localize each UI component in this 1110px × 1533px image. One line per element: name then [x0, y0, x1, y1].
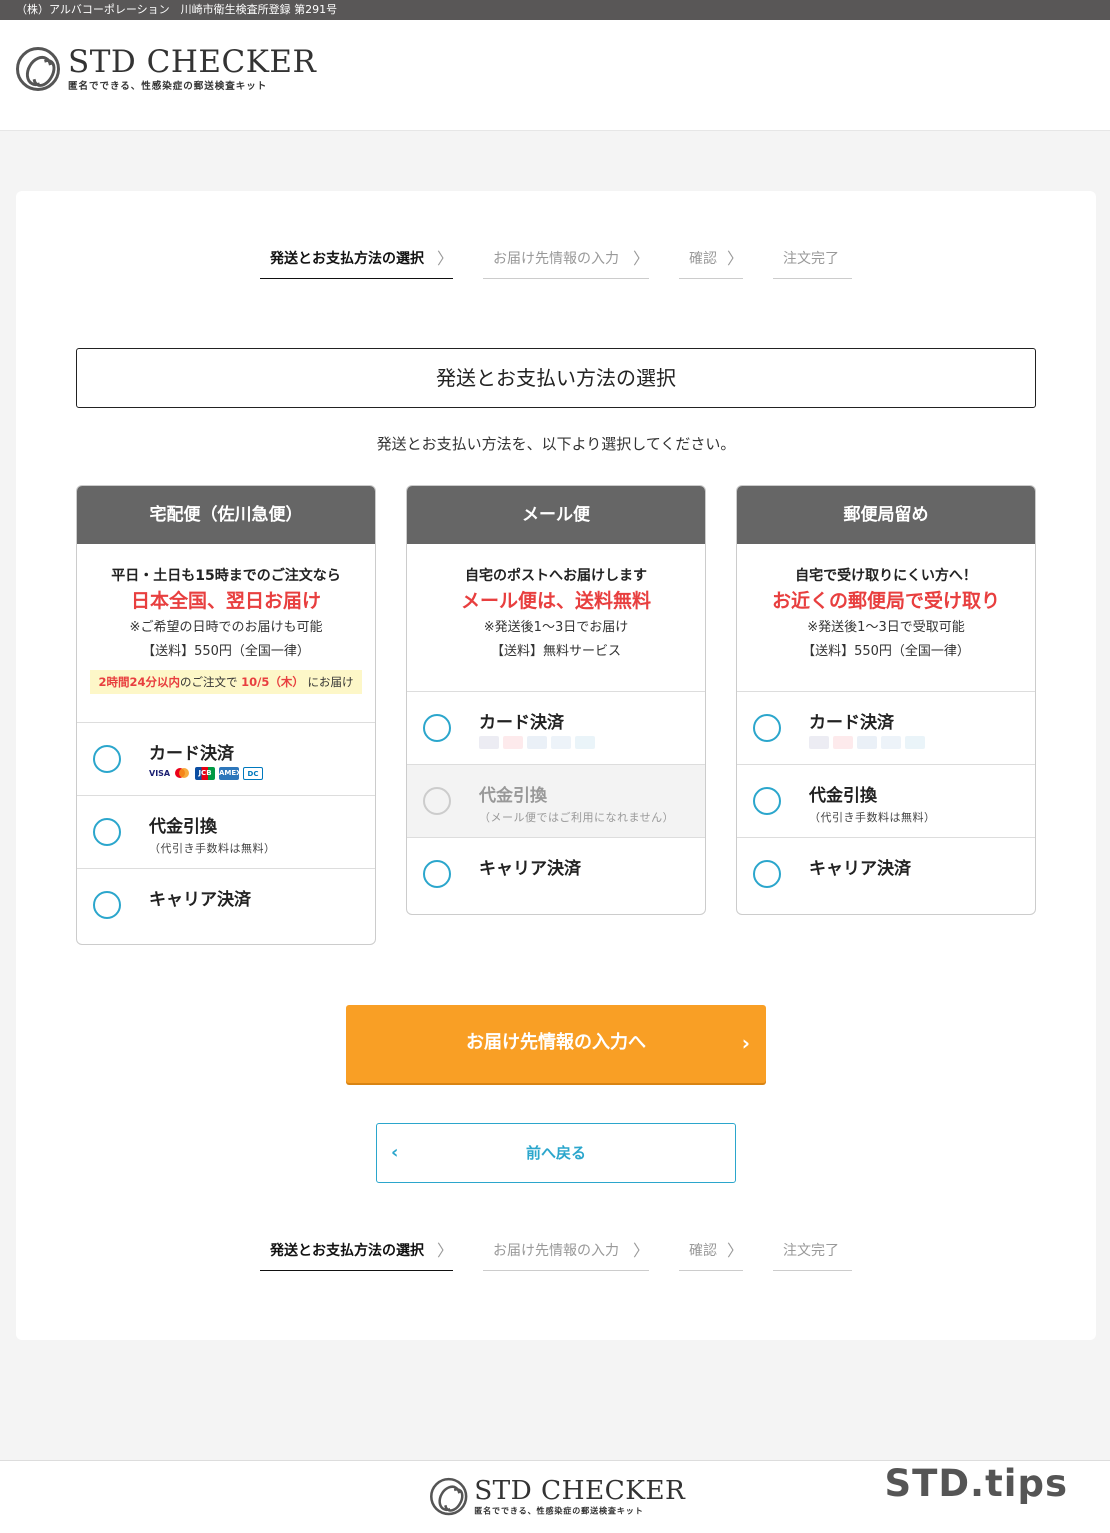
option-card[interactable]: カード決済 [737, 692, 1035, 765]
plan-post-office: 郵便局留め 自宅で受け取りにくい方へ！ お近くの郵便局で受け取り ※発送後1〜3… [736, 485, 1036, 915]
radio-button[interactable] [423, 714, 451, 742]
top-bar: （株）アルバコーポレーション 川崎市衛生検査所登録 第291号 [0, 0, 1110, 20]
option-carrier[interactable]: キャリア決済 [737, 838, 1035, 914]
step-4: 注文完了 [773, 239, 852, 279]
plan-takuhaibin: 宅配便（佐川急便） 平日・土日も15時までのご注文なら 日本全国、翌日お届け ※… [76, 485, 376, 945]
diners-icon: DC [243, 767, 263, 780]
mastercard-icon [503, 736, 523, 749]
option-cod[interactable]: 代金引換 （代引き手数料は無料） [77, 796, 375, 869]
plan-mailbin: メール便 自宅のポストへお届けします メール便は、送料無料 ※発送後1〜3日でお… [406, 485, 706, 915]
chevron-right-icon: 〉 [436, 1241, 453, 1260]
chevron-right-icon: 〉 [726, 1241, 743, 1260]
mastercard-icon [173, 767, 191, 780]
plan-info: 平日・土日も15時までのご注文なら 日本全国、翌日お届け ※ご希望の日時でのお届… [77, 544, 375, 723]
plan-info: 自宅で受け取りにくい方へ！ お近くの郵便局で受け取り ※発送後1〜3日で受取可能… [737, 544, 1035, 692]
jcb-icon [527, 736, 547, 749]
next-button[interactable]: お届け先情報の入力へ › [346, 1005, 766, 1083]
step-3: 確認〉 [679, 239, 743, 279]
logo-name: STD CHECKER [68, 44, 317, 80]
radio-button[interactable] [753, 714, 781, 742]
visa-icon [479, 736, 499, 749]
amex-icon: AMEX [219, 767, 242, 780]
chevron-right-icon: 〉 [632, 1241, 649, 1260]
option-cod-disabled: 代金引換 （メール便ではご利用になれません） [407, 765, 705, 838]
mastercard-icon [833, 736, 853, 749]
radio-button[interactable] [93, 818, 121, 846]
chevron-right-icon: 〉 [726, 249, 743, 268]
jcb-icon [857, 736, 877, 749]
card-brand-icons [809, 736, 925, 749]
card-brand-icons: VISA JCB AMEX DC [149, 767, 263, 780]
site-header: STD CHECKER 匿名でできる、性感染症の郵送検査キット [0, 20, 1110, 131]
radio-button[interactable] [93, 891, 121, 919]
option-carrier[interactable]: キャリア決済 [77, 869, 375, 942]
chevron-right-icon: 〉 [436, 249, 453, 268]
card-brand-icons [479, 736, 595, 749]
amex-icon [551, 736, 571, 749]
radio-button[interactable] [753, 860, 781, 888]
section-title: 発送とお支払い方法の選択 [76, 348, 1036, 408]
watermark-text: STD.tips [884, 1462, 1068, 1505]
logo-tagline: 匿名でできる、性感染症の郵送検査キット [68, 81, 268, 92]
step-nav-bottom: 発送とお支払方法の選択〉 お届け先情報の入力〉 確認〉 注文完了 [260, 1231, 860, 1271]
diners-icon [905, 736, 925, 749]
chevron-right-icon: › [741, 1031, 750, 1055]
option-card[interactable]: カード決済 [407, 692, 705, 765]
step-2: お届け先情報の入力〉 [483, 239, 649, 279]
plan-title: 宅配便（佐川急便） [77, 486, 375, 544]
radio-button[interactable] [93, 745, 121, 773]
step-4: 注文完了 [773, 1231, 852, 1271]
back-button[interactable]: ‹ 前へ戻る [376, 1123, 736, 1183]
visa-icon: VISA [149, 767, 171, 780]
plan-title: 郵便局留め [737, 486, 1035, 544]
step-1: 発送とお支払方法の選択〉 [260, 1231, 453, 1271]
delivery-promo: 2時間24分以内のご注文で 10/5（木） にお届け [90, 670, 362, 694]
radio-button[interactable] [423, 860, 451, 888]
radio-button[interactable] [753, 787, 781, 815]
step-2: お届け先情報の入力〉 [483, 1231, 649, 1271]
logo-mark-icon [16, 47, 60, 91]
step-nav-top: 発送とお支払方法の選択〉 お届け先情報の入力〉 確認〉 注文完了 [260, 239, 860, 279]
option-carrier[interactable]: キャリア決済 [407, 838, 705, 914]
option-card[interactable]: カード決済 VISA JCB AMEX DC [77, 723, 375, 796]
radio-button [423, 787, 451, 815]
section-lead: 発送とお支払い方法を、以下より選択してください。 [376, 435, 736, 453]
site-logo[interactable]: STD CHECKER 匿名でできる、性感染症の郵送検査キット [16, 46, 316, 92]
chevron-right-icon: 〉 [632, 249, 649, 268]
order-panel: 発送とお支払方法の選択〉 お届け先情報の入力〉 確認〉 注文完了 発送とお支払い… [16, 191, 1096, 1340]
footer-logo[interactable]: STD CHECKER 匿名でできる、性感染症の郵送検査キット [430, 1477, 685, 1516]
chevron-left-icon: ‹ [391, 1142, 399, 1163]
jcb-icon: JCB [195, 767, 215, 780]
visa-icon [809, 736, 829, 749]
diners-icon [575, 736, 595, 749]
option-cod[interactable]: 代金引換 （代引き手数料は無料） [737, 765, 1035, 838]
step-3: 確認〉 [679, 1231, 743, 1271]
plan-info: 自宅のポストへお届けします メール便は、送料無料 ※発送後1〜3日でお届け 【送… [407, 544, 705, 692]
plan-title: メール便 [407, 486, 705, 544]
logo-mark-icon [430, 1477, 468, 1516]
step-1: 発送とお支払方法の選択〉 [260, 239, 453, 279]
amex-icon [881, 736, 901, 749]
